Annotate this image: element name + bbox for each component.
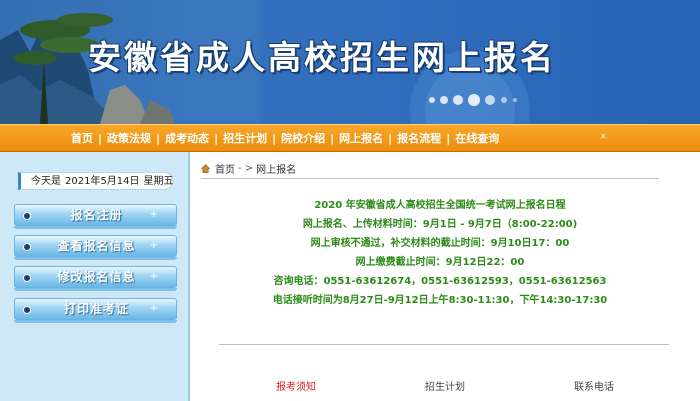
breadcrumb-current: 网上报名 xyxy=(256,164,297,176)
button-shadow xyxy=(14,226,177,229)
notice-line-hotline: 咨询电话：0551-63612674，0551-63612593，0551-63… xyxy=(273,276,607,287)
nav-item-home[interactable]: 首页 xyxy=(66,130,98,146)
info-tabs: 报考须知 招生计划 联系电话 xyxy=(0,378,700,394)
date-display: 今天是 2021年5月14日 星期五 xyxy=(18,172,174,190)
edit-registration-button[interactable]: 修改报名信息 + xyxy=(14,266,177,288)
plus-icon: + xyxy=(149,303,158,314)
divider xyxy=(201,178,659,179)
notice-line-registration-time: 网上报名、上传材料时间：9月1日 - 9月7日（8:00-22:00) xyxy=(302,219,578,230)
notice-line-payment-deadline: 网上缴费截止时间：9月12日22：00 xyxy=(355,257,525,268)
notice-line-resubmit-deadline: 网上审核不通过，补交材料的截止时间：9月10日17：00 xyxy=(310,238,570,249)
print-admission-ticket-button[interactable]: 打印准考证 + xyxy=(14,298,177,320)
tab-enrollment-plan[interactable]: 招生计划 xyxy=(425,378,465,393)
site-title: 安徽省成人高校招生网上报名 xyxy=(88,38,556,77)
nav-item-enrollment-plan[interactable]: 招生计划 xyxy=(218,130,272,146)
plus-icon: + xyxy=(149,240,158,251)
main-nav: 首页 | 政策法规 | 成考动态 | 招生计划 | 院校介绍 | 网上报名 | … xyxy=(0,124,700,152)
plus-icon: + xyxy=(149,209,158,220)
header-banner: 安徽省成人高校招生网上报名 xyxy=(0,0,700,124)
sidebar: 今天是 2021年5月14日 星期五 报名注册 + 查看报名信息 + 修改报名信息 … xyxy=(0,152,190,401)
registration-schedule-notice: 2020 年安徽省成人高校招生全国统一考试网上报名日程 网上报名、上传材料时间：… xyxy=(240,196,640,310)
nav-item-colleges[interactable]: 院校介绍 xyxy=(276,130,330,146)
date-value: 2021年5月14日 xyxy=(65,176,140,187)
nav-item-process[interactable]: 报名流程 xyxy=(392,130,446,146)
nav-item-online-registration[interactable]: 网上报名 xyxy=(334,130,388,146)
plus-icon: + xyxy=(149,271,158,282)
button-shadow xyxy=(14,320,177,323)
notice-line-hotline-hours: 电话接听时间为8月27日-9月12日上午8:30-11:30，下午14:30-1… xyxy=(272,295,608,306)
nav-item-policy[interactable]: 政策法规 xyxy=(102,130,156,146)
weekday: 星期五 xyxy=(143,176,174,187)
divider xyxy=(219,344,669,345)
tab-contact-phone[interactable]: 联系电话 xyxy=(574,378,614,393)
nav-item-news[interactable]: 成考动态 xyxy=(160,130,214,146)
breadcrumb-separator: - > xyxy=(238,162,254,174)
register-button[interactable]: 报名注册 + xyxy=(14,204,177,226)
home-icon xyxy=(201,163,210,173)
tab-exam-notice[interactable]: 报考须知 xyxy=(276,378,316,393)
breadcrumb: 首页 - > 网上报名 xyxy=(201,160,296,176)
button-shadow xyxy=(14,257,177,260)
close-icon: ✕ xyxy=(600,132,607,141)
date-prefix: 今天是 xyxy=(31,176,61,187)
breadcrumb-home-link[interactable]: 首页 xyxy=(215,161,235,176)
nav-item-online-query[interactable]: 在线查询 xyxy=(450,130,504,146)
view-registration-button[interactable]: 查看报名信息 + xyxy=(14,235,177,257)
notice-title: 2020 年安徽省成人高校招生全国统一考试网上报名日程 xyxy=(314,200,566,211)
button-shadow xyxy=(14,288,177,291)
